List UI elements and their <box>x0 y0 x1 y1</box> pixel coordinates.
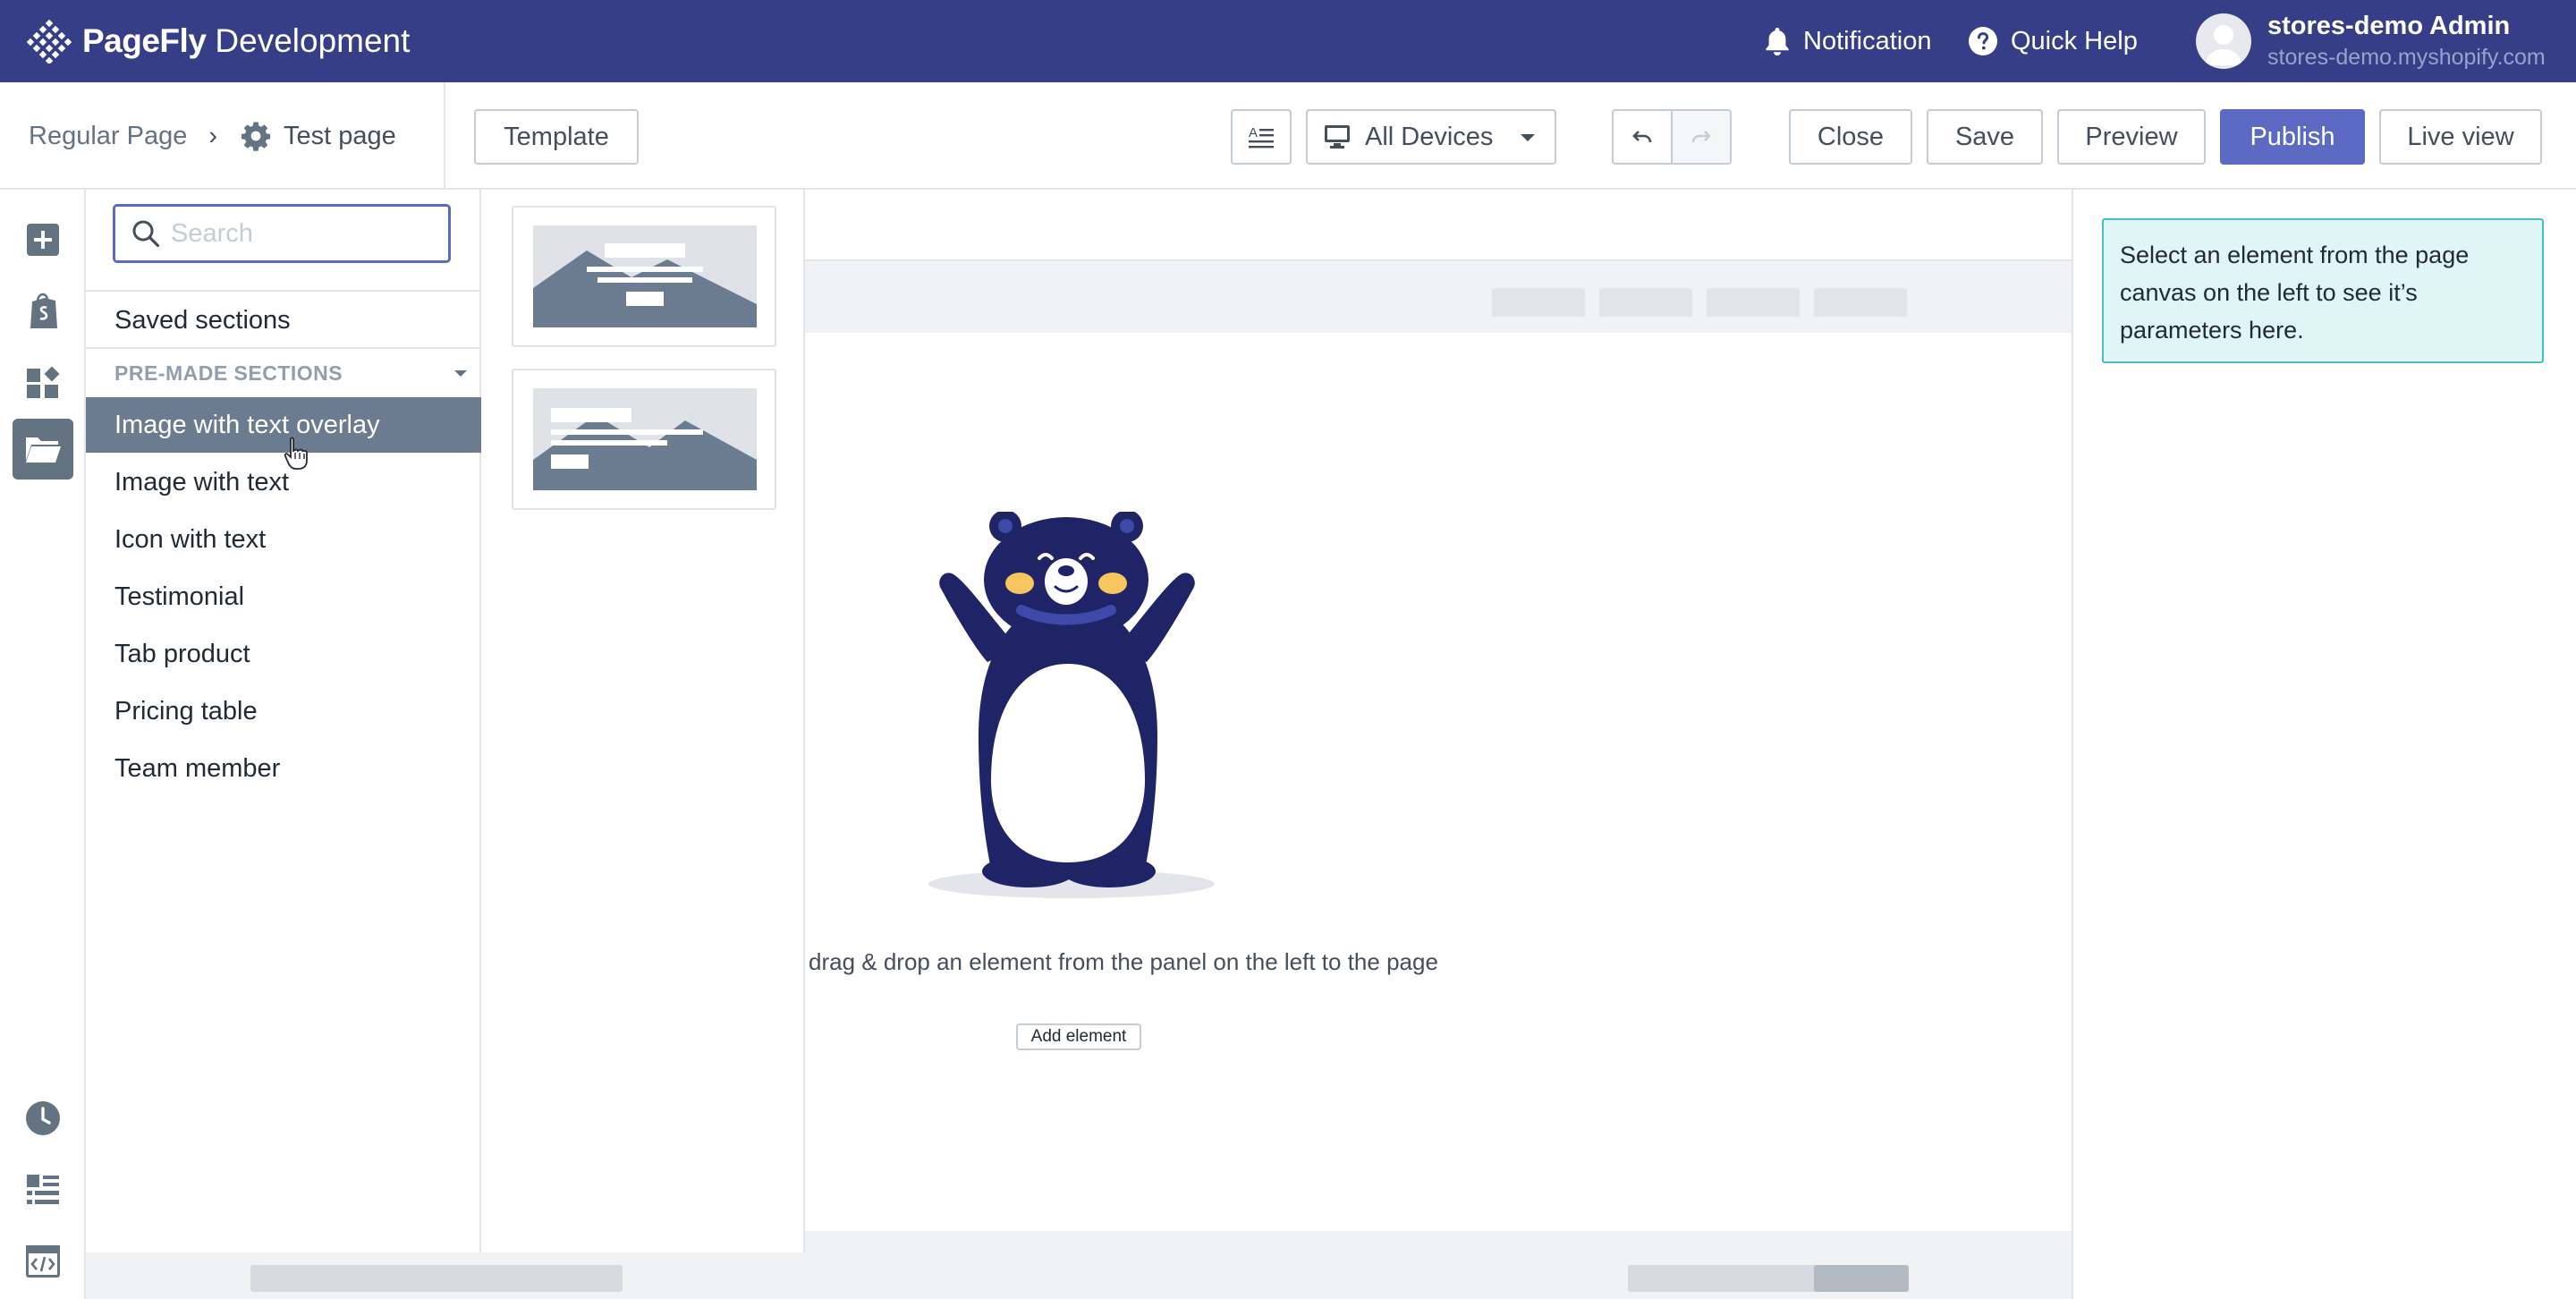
pagefly-logo-icon <box>27 19 72 64</box>
divider <box>86 347 481 349</box>
undo-icon <box>1632 131 1652 143</box>
search-input[interactable] <box>171 218 439 249</box>
bell-icon <box>1766 28 1789 55</box>
template-button[interactable]: Template <box>474 109 639 165</box>
chevron-down-icon[interactable] <box>454 370 467 377</box>
list-icon <box>27 1175 59 1204</box>
notification-button[interactable]: Notification <box>1764 20 1931 63</box>
hand-cursor-icon <box>284 437 308 470</box>
shopify-bag-icon <box>30 293 57 328</box>
undo-button[interactable] <box>1612 109 1673 165</box>
rail-add-element[interactable] <box>13 209 73 270</box>
user-menu[interactable]: stores-demo Admin stores-demo.myshopify.… <box>2196 7 2546 75</box>
scroll-region <box>250 1265 623 1292</box>
brand-name: PageFly <box>82 22 207 59</box>
rail-outline[interactable] <box>13 1159 73 1220</box>
user-name: stores-demo Admin <box>2267 12 2511 40</box>
breadcrumb: Regular Page › Test page <box>0 82 445 190</box>
scrollbar-thumb[interactable] <box>1814 1265 1909 1292</box>
redo-button[interactable] <box>1671 109 1732 165</box>
nav-placeholder <box>1707 288 1800 317</box>
search-icon <box>132 220 160 248</box>
scroll-region[interactable] <box>1628 1265 1909 1292</box>
top-bar: PageFly Development Notification Quick H… <box>0 0 2576 82</box>
avatar <box>2196 13 2251 69</box>
section-item-testimonial[interactable]: Testimonial <box>86 569 481 624</box>
empty-canvas-hint: drag & drop an element from the panel on… <box>809 948 1438 975</box>
brand-environment: Development <box>215 22 411 59</box>
breadcrumb-parent[interactable]: Regular Page <box>29 122 187 151</box>
breadcrumb-separator: › <box>208 121 218 150</box>
section-item-pricing-table[interactable]: Pricing table <box>86 683 481 739</box>
bear-mascot-icon <box>928 512 1215 898</box>
user-store: stores-demo.myshopify.com <box>2267 45 2546 70</box>
folder-icon <box>26 437 61 463</box>
brand[interactable]: PageFly Development <box>27 16 410 66</box>
nav-placeholder <box>1599 288 1692 317</box>
section-item-tab-product[interactable]: Tab product <box>86 626 481 682</box>
canvas-header-placeholder <box>805 261 2072 333</box>
left-rail <box>0 190 86 1299</box>
section-template-left[interactable] <box>512 369 776 510</box>
quick-help-label: Quick Help <box>2011 26 2138 55</box>
section-templates <box>481 190 805 1252</box>
desktop-icon <box>1325 125 1350 149</box>
code-icon <box>26 1245 60 1278</box>
page-title: Test page <box>284 121 396 150</box>
rail-sections[interactable] <box>13 419 73 480</box>
saved-sections-link[interactable]: Saved sections <box>114 306 291 335</box>
save-button[interactable]: Save <box>1927 109 2043 165</box>
editor-toolbar: Regular Page › Test page Template A All … <box>0 82 2576 190</box>
premade-sections-header[interactable]: PRE-MADE SECTIONS <box>114 361 343 386</box>
publish-button[interactable]: Publish <box>2220 109 2365 165</box>
history-icon <box>26 1101 60 1135</box>
horizontal-scrollbar[interactable] <box>86 1252 2072 1299</box>
devices-label: All Devices <box>1365 122 1494 151</box>
search-box[interactable] <box>113 204 451 263</box>
rail-code[interactable] <box>13 1231 73 1292</box>
divider <box>86 290 481 292</box>
rail-shopify[interactable] <box>13 281 73 342</box>
page-canvas[interactable]: drag & drop an element from the panel on… <box>805 190 2072 1299</box>
section-item-icon-with-text[interactable]: Icon with text <box>86 512 481 567</box>
nav-placeholder <box>1492 288 1585 317</box>
template-thumbnail-image <box>533 388 757 490</box>
settings-info-box: Select an element from the page canvas o… <box>2102 218 2544 363</box>
gear-icon <box>241 122 271 151</box>
live-view-button[interactable]: Live view <box>2379 109 2542 165</box>
widgets-icon <box>27 366 60 398</box>
chevron-down-icon <box>1521 134 1535 141</box>
plus-icon <box>27 224 59 256</box>
section-template-centered[interactable] <box>512 206 776 347</box>
quick-help-button[interactable]: Quick Help <box>1968 20 2138 63</box>
section-item-team-member[interactable]: Team member <box>86 741 481 796</box>
rail-history[interactable] <box>13 1088 73 1149</box>
redo-icon <box>1691 131 1711 143</box>
template-thumbnail-image <box>533 225 757 327</box>
help-circle-icon <box>1969 27 1997 55</box>
page-settings-link[interactable]: Test page <box>241 121 396 151</box>
svg-text:A: A <box>1249 125 1258 140</box>
text-align-icon: A <box>1249 125 1274 149</box>
rail-widgets[interactable] <box>13 352 73 413</box>
devices-dropdown[interactable]: All Devices <box>1306 109 1556 165</box>
notification-label: Notification <box>1803 26 1932 55</box>
sections-panel: Saved sections PRE-MADE SECTIONS Image w… <box>86 190 481 1252</box>
preview-button[interactable]: Preview <box>2057 109 2206 165</box>
settings-panel: Select an element from the page canvas o… <box>2072 190 2576 1299</box>
close-button[interactable]: Close <box>1789 109 1912 165</box>
add-element-button[interactable]: Add element <box>1016 1023 1141 1050</box>
nav-placeholder <box>1814 288 1907 317</box>
text-format-button[interactable]: A <box>1231 109 1292 165</box>
